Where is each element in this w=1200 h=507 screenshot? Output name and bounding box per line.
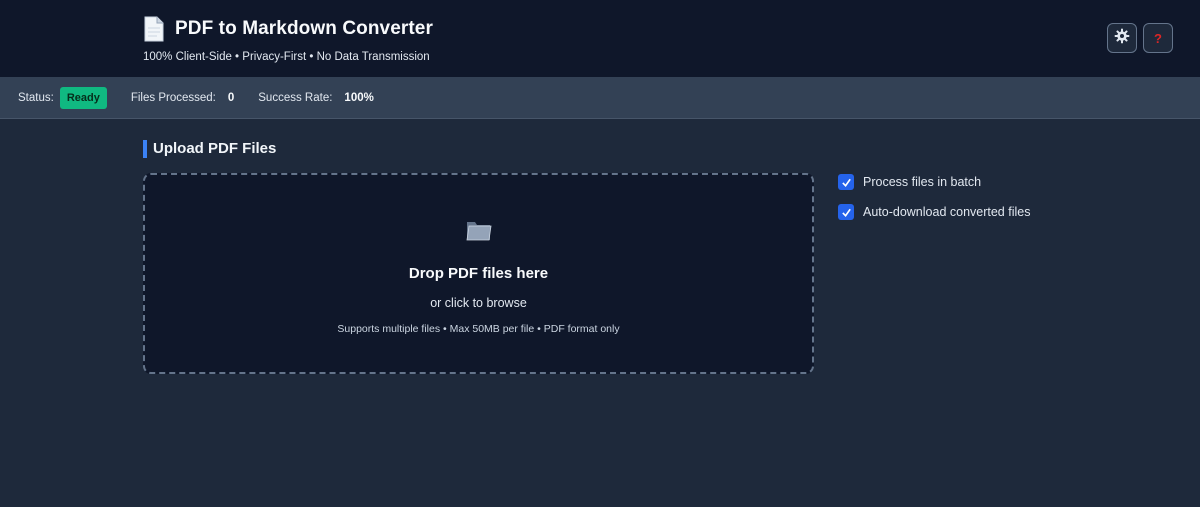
options-panel: Process files in batch Auto-download con… xyxy=(838,174,1030,234)
app-title: PDF to Markdown Converter xyxy=(175,18,433,39)
success-rate-label: Success Rate: xyxy=(258,91,333,104)
settings-button[interactable] xyxy=(1107,23,1137,53)
check-icon xyxy=(841,208,851,217)
batch-checkbox[interactable] xyxy=(838,174,854,190)
dropzone-browse-text: or click to browse xyxy=(430,296,527,310)
status-bar: Status: Ready Files Processed: 0 Success… xyxy=(0,77,1200,119)
gear-icon xyxy=(1114,28,1130,49)
batch-option[interactable]: Process files in batch xyxy=(838,174,1030,190)
files-processed-label: Files Processed: xyxy=(130,91,216,104)
batch-option-label: Process files in batch xyxy=(863,175,982,189)
status-label: Status: xyxy=(18,91,54,104)
status-badge: Ready xyxy=(59,86,107,109)
help-button[interactable]: ? xyxy=(1143,23,1173,53)
app-header: PDF to Markdown Converter 100% Client-Si… xyxy=(0,0,1200,77)
status-stat: Status: Ready xyxy=(18,86,107,109)
success-rate-stat: Success Rate: 100% xyxy=(258,92,374,104)
dropzone-hint: Supports multiple files • Max 50MB per f… xyxy=(337,323,620,335)
section-title: Upload PDF Files xyxy=(143,140,276,158)
title-row: PDF to Markdown Converter xyxy=(143,16,433,42)
success-rate-value: 100% xyxy=(344,91,374,104)
pdf-dropzone[interactable]: Drop PDF files here or click to browse S… xyxy=(143,173,814,374)
dropzone-title: Drop PDF files here xyxy=(408,265,549,282)
auto-download-option-label: Auto-download converted files xyxy=(863,205,1031,219)
auto-download-checkbox[interactable] xyxy=(838,204,854,220)
check-icon xyxy=(841,178,851,187)
folder-icon xyxy=(465,217,493,248)
auto-download-option[interactable]: Auto-download converted files xyxy=(838,204,1030,220)
files-processed-stat: Files Processed: 0 xyxy=(131,92,234,104)
files-processed-value: 0 xyxy=(227,91,235,104)
app-subtitle: 100% Client-Side • Privacy-First • No Da… xyxy=(143,51,430,63)
document-icon xyxy=(143,16,165,42)
help-icon: ? xyxy=(1154,30,1162,46)
